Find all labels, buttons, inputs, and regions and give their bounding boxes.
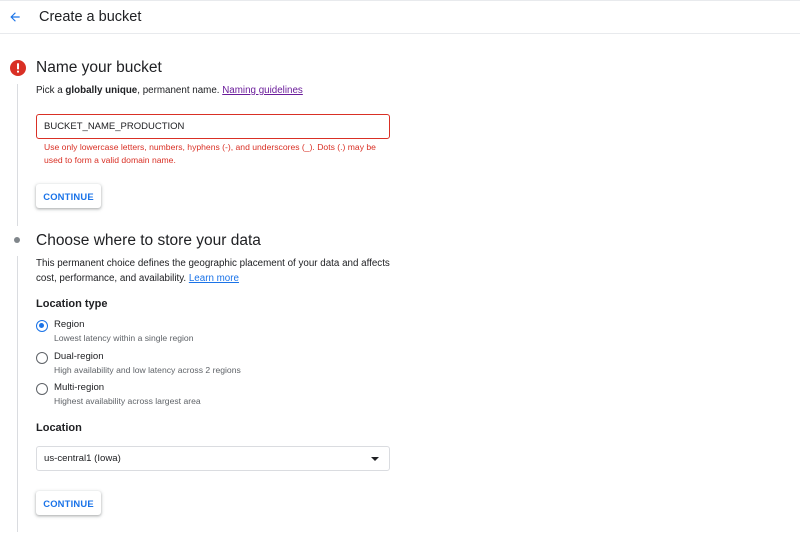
continue-button[interactable]: CONTINUE (36, 184, 101, 208)
location-heading: Location (36, 422, 82, 434)
bucket-name-error-message: Use only lowercase letters, numbers, hyp… (44, 142, 376, 165)
step-indicator-dot (14, 237, 20, 243)
radio-button[interactable] (36, 383, 48, 395)
learn-more-link[interactable]: Learn more (189, 273, 239, 284)
caret-down-icon (371, 457, 379, 461)
location-select[interactable]: us-central1 (Iowa) (36, 446, 390, 471)
location-type-heading: Location type (36, 298, 108, 310)
create-bucket-page: Create a bucket Name your bucket Pick a … (0, 0, 800, 536)
page-title: Create a bucket (39, 9, 142, 25)
error-icon (10, 60, 26, 76)
arrow-back-icon (10, 12, 20, 22)
location-selected-value: us-central1 (Iowa) (44, 453, 121, 464)
step-description: This permanent choice defines the geogra… (36, 258, 390, 284)
radio-button[interactable] (36, 320, 48, 332)
continue-button[interactable]: CONTINUE (36, 491, 101, 515)
step-heading-location: Choose where to store your data (36, 232, 261, 249)
top-bar: Create a bucket (0, 0, 800, 34)
back-button[interactable] (4, 6, 26, 28)
radio-button[interactable] (36, 352, 48, 364)
naming-guidelines-link[interactable]: Naming guidelines (222, 85, 303, 96)
step-heading-name: Name your bucket (36, 59, 162, 76)
step-description: Pick a globally unique, permanent name. … (36, 85, 303, 96)
step-connector-line (17, 84, 18, 226)
step-connector-line (17, 256, 18, 532)
bucket-name-input[interactable] (36, 114, 390, 139)
